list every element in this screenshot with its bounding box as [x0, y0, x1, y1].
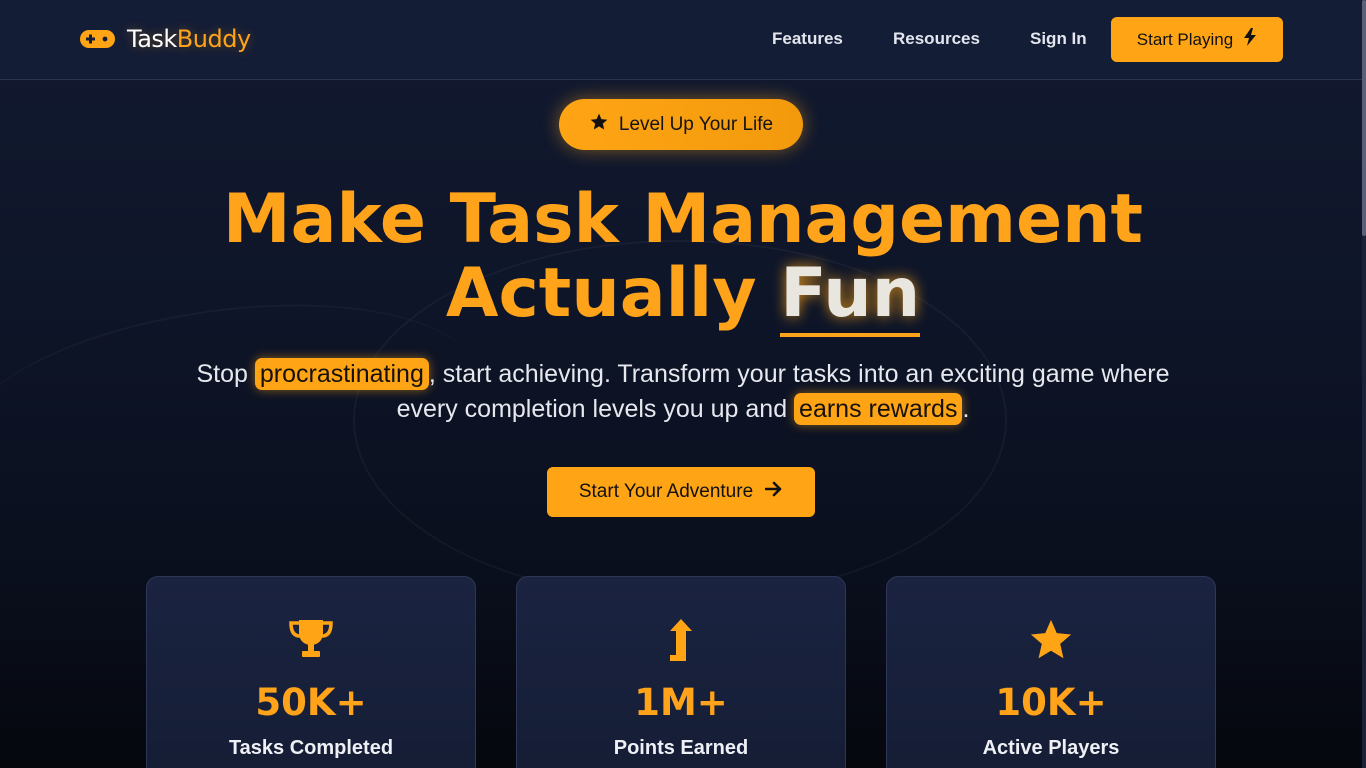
brand-name-part2: Buddy: [176, 25, 251, 53]
headline-line2: Actually Fun: [0, 254, 1366, 337]
nav-link-features[interactable]: Features: [772, 29, 843, 49]
stat-card-points: 1M+ Points Earned: [516, 576, 846, 768]
star-icon: [887, 617, 1215, 665]
stat-label: Points Earned: [613, 737, 749, 759]
stat-card-tasks: 50K+ Tasks Completed: [146, 576, 476, 768]
navbar: TaskBuddy Features Resources Sign In Sta…: [0, 0, 1366, 80]
brand-name-part1: Task: [127, 25, 177, 53]
badge-label: Level Up Your Life: [618, 113, 774, 135]
subtitle-text-1: Stop: [196, 360, 255, 388]
arrow-right-icon: [764, 481, 783, 503]
start-adventure-label: Start Your Adventure: [578, 481, 754, 502]
star-icon: [589, 112, 609, 138]
gamepad-icon: [79, 24, 117, 54]
stat-card-players: 10K+ Active Players: [886, 576, 1216, 768]
start-adventure-button[interactable]: Start Your Adventure: [547, 467, 815, 517]
stat-value: 50K+: [255, 681, 367, 724]
stat-value: 1M+: [634, 681, 728, 724]
stat-value: 10K+: [995, 681, 1107, 724]
nav-link-resources[interactable]: Resources: [893, 29, 980, 49]
highlight-procrastinating: procrastinating: [254, 358, 429, 390]
headline-line1: Make Task Management: [222, 180, 1144, 259]
stat-label: Active Players: [982, 737, 1120, 759]
start-playing-label: Start Playing: [1136, 29, 1234, 49]
logo[interactable]: TaskBuddy: [79, 24, 251, 54]
arrow-up-icon: [517, 617, 845, 665]
subtitle-line2: every completion levels you up and earns…: [0, 392, 1366, 427]
trophy-icon: [147, 617, 475, 665]
lightning-icon: [1243, 28, 1257, 51]
nav-link-sign-in[interactable]: Sign In: [1030, 29, 1087, 49]
level-up-badge: Level Up Your Life: [559, 99, 803, 150]
headline-prefix: Actually: [445, 254, 781, 333]
subtitle-text-4: .: [962, 395, 970, 423]
highlight-earns-rewards: earns rewards: [794, 393, 963, 425]
subtitle-text-2: , start achieving. Transform your tasks …: [428, 360, 1170, 388]
subtitle-line1: Stop procrastinating, start achieving. T…: [0, 357, 1366, 392]
brand-name: TaskBuddy: [127, 25, 251, 53]
subtitle-text-3: every completion levels you up and: [396, 395, 795, 423]
headline-highlight: Fun: [780, 255, 921, 337]
start-playing-button[interactable]: Start Playing: [1111, 17, 1283, 62]
stat-label: Tasks Completed: [228, 737, 394, 759]
